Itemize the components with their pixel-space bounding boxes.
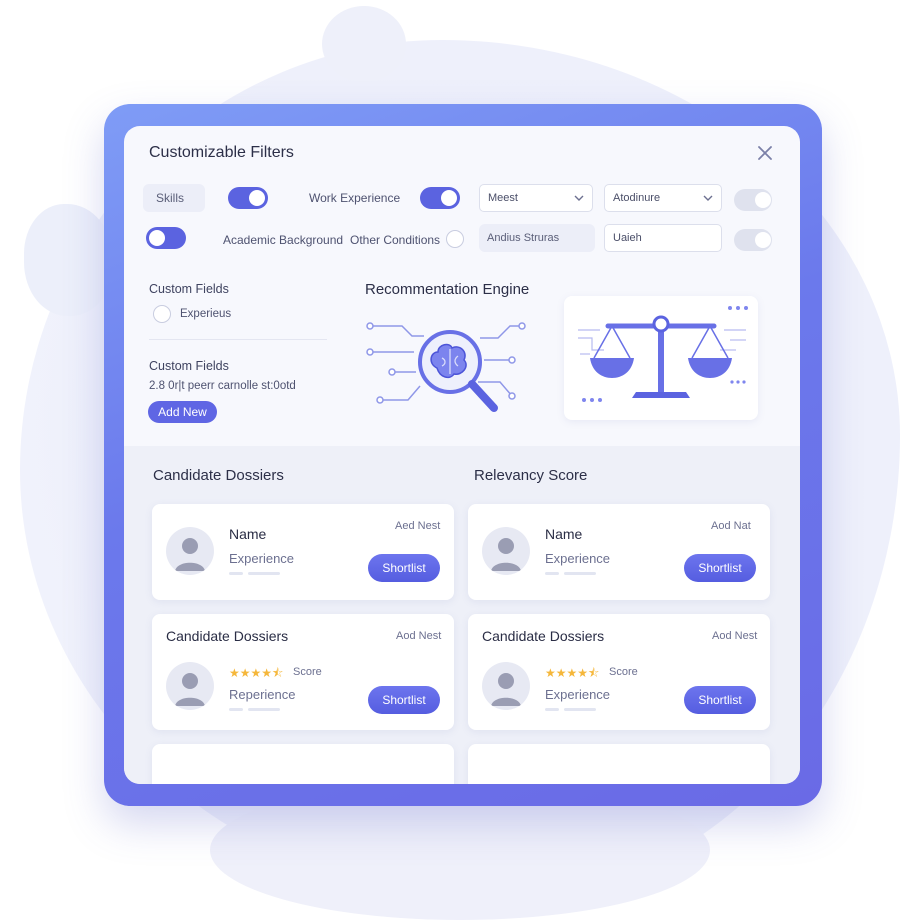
relevancy-score-title: Relevancy Score [474, 467, 588, 484]
card-subtitle: Experience [545, 687, 611, 702]
candidate-card[interactable]: Name Experience Aed Nest Shortlist [152, 504, 454, 600]
experience-option-radio[interactable] [153, 305, 171, 323]
user-avatar-icon [482, 527, 530, 575]
card-subtitle: Experience [545, 551, 611, 566]
candidate-card[interactable] [152, 744, 454, 784]
candidate-dossiers-title: Candidate Dossiers [153, 467, 284, 484]
panel-title: Customizable Filters [149, 144, 294, 161]
chevron-down-icon [574, 195, 584, 201]
text-field-2[interactable]: Uaieh [604, 224, 722, 252]
placeholder-bar [545, 708, 559, 711]
text-field-1[interactable]: Andius Struras [479, 224, 595, 252]
placeholder-bar [248, 708, 280, 711]
skills-chip[interactable]: Skills [143, 184, 205, 212]
candidate-card[interactable]: Candidate Dossiers Aod Nest ★★★★⯪ Score … [468, 614, 770, 730]
academic-toggle[interactable] [146, 227, 186, 249]
background-blob-small [322, 6, 406, 82]
work-experience-label: Work Experience [309, 191, 401, 205]
filters-panel: Customizable Filters Skills Work Experie… [124, 126, 800, 784]
experience-option-label: Experieus [180, 308, 232, 320]
balance-scale-icon [578, 306, 748, 402]
user-avatar-icon [166, 527, 214, 575]
card-subtitle: Experience [229, 551, 295, 566]
custom-fields-divider [149, 339, 327, 340]
row2-right-toggle[interactable] [734, 229, 772, 251]
other-conditions-label: Other Conditions [350, 233, 441, 247]
filter-select-1-value: Meest [488, 192, 518, 204]
candidate-card[interactable] [468, 744, 770, 784]
dossiers-section: Candidate Dossiers Relevancy Score Name … [124, 446, 800, 784]
academic-background-label: Academic Background [223, 233, 344, 247]
work-experience-toggle[interactable] [420, 187, 460, 209]
score-label: Score [293, 666, 322, 678]
card-heading: Name [229, 526, 267, 542]
score-label: Score [609, 666, 638, 678]
background-blob-left [24, 204, 114, 316]
scale-card [564, 296, 758, 420]
star-icon: ★★★★⯪ [229, 666, 284, 680]
add-new-button[interactable]: Add New [148, 401, 217, 423]
filter-select-2[interactable]: Atodinure [604, 184, 722, 212]
candidate-card[interactable]: Candidate Dossiers Aod Nest ★★★★⯪ Score … [152, 614, 454, 730]
card-heading: Candidate Dossiers [166, 628, 289, 644]
skills-toggle[interactable] [228, 187, 268, 209]
filter-select-2-value: Atodinure [613, 192, 661, 204]
shortlist-button[interactable]: Shortlist [368, 686, 440, 714]
card-tag[interactable]: Aod Nat [711, 520, 751, 532]
other-conditions-radio[interactable] [446, 230, 464, 248]
custom-fields-title-2: Custom Fields [149, 359, 229, 373]
star-icon: ★★★★⯪ [545, 666, 600, 680]
placeholder-bar [564, 708, 596, 711]
card-tag[interactable]: Aod Nest [712, 630, 757, 642]
shortlist-button[interactable]: Shortlist [684, 686, 756, 714]
row1-right-toggle[interactable] [734, 189, 772, 211]
brain-magnifier-icon [366, 322, 526, 412]
filter-select-1[interactable]: Meest [479, 184, 593, 212]
card-tag[interactable]: Aed Nest [395, 520, 440, 532]
candidate-card[interactable]: Name Experience Aod Nat Shortlist [468, 504, 770, 600]
custom-fields-title-1: Custom Fields [149, 282, 229, 296]
close-icon[interactable] [756, 144, 774, 162]
card-tag[interactable]: Aod Nest [396, 630, 441, 642]
card-heading: Candidate Dossiers [482, 628, 605, 644]
placeholder-bar [564, 572, 596, 575]
placeholder-bar [545, 572, 559, 575]
user-avatar-icon [482, 662, 530, 710]
shortlist-button[interactable]: Shortlist [368, 554, 440, 582]
placeholder-bar [248, 572, 280, 575]
card-subtitle: Reperience [229, 687, 296, 702]
user-avatar-icon [166, 662, 214, 710]
card-heading: Name [545, 526, 583, 542]
engine-title: Recommentation Engine [365, 281, 530, 298]
chevron-down-icon [703, 195, 713, 201]
placeholder-bar [229, 572, 243, 575]
placeholder-bar [229, 708, 243, 711]
shortlist-button[interactable]: Shortlist [684, 554, 756, 582]
custom-fields-note: 2.8 0r|t peerr carnolle st:0otd [149, 380, 296, 392]
